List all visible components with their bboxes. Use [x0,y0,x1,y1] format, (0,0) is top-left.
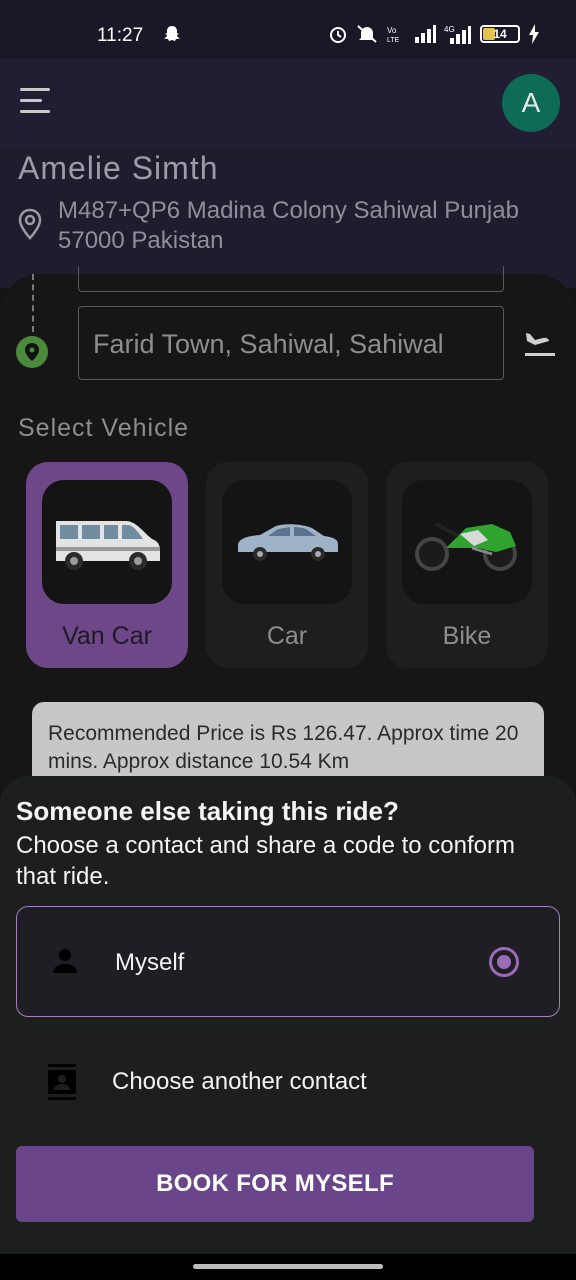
radio-selected[interactable] [489,947,519,977]
menu-icon[interactable] [20,88,54,116]
book-for-myself-button[interactable]: BOOK FOR MYSELF [16,1146,534,1222]
alarm-icon [328,24,348,44]
battery-icon: 14 [480,25,520,43]
avatar[interactable]: A [502,74,560,132]
sheet-title: Someone else taking this ride? [16,796,399,826]
signal-icon [414,25,436,43]
destination-pin-icon [16,336,48,368]
option-label: Choose another contact [112,1068,367,1095]
car-icon [222,480,352,604]
select-vehicle-title: Select Vehicle [18,414,190,442]
flight-land-icon[interactable] [522,325,558,366]
contacts-icon [46,1064,78,1105]
signal-4g-icon: 4G [444,24,472,44]
battery-level: 14 [493,27,507,41]
vehicle-option-car[interactable]: Car [206,462,368,668]
mute-icon [356,24,378,44]
vehicle-label: Van Car [62,622,152,650]
vehicle-option-bike[interactable]: Bike [386,462,548,668]
charging-icon [528,24,540,44]
status-icons: Vo LTE 4G 14 [328,24,540,44]
motorbike-icon [402,480,532,604]
vehicle-label: Car [266,622,308,650]
pickup-address[interactable]: M487+QP6 Madina Colony Sahiwal Punjab 57… [58,196,528,256]
user-name: Amelie Simth [18,150,219,186]
vehicle-label: Bike [442,622,492,650]
svg-text:LTE: LTE [387,37,400,44]
svg-text:4G: 4G [444,25,455,34]
pickup-field[interactable] [78,266,504,292]
route-line [32,274,34,332]
svg-text:Vo: Vo [387,26,397,35]
van-icon [42,480,172,604]
home-indicator[interactable] [193,1264,383,1269]
option-choose-contact[interactable]: Choose another contact [16,1040,560,1126]
vehicle-option-van[interactable]: Van Car [26,462,188,668]
location-pin-icon [17,208,43,245]
status-time: 11:27 [97,25,144,46]
snapchat-icon [162,24,182,49]
app-bar: A [0,58,576,148]
option-label: Myself [115,949,185,976]
sheet-subtitle: Choose a contact and share a code to con… [16,832,515,890]
destination-input[interactable]: Farid Town, Sahiwal, Sahiwal [78,306,504,380]
volte-icon: Vo LTE [386,24,406,44]
person-icon [51,947,79,980]
option-myself[interactable]: Myself [16,906,560,1017]
